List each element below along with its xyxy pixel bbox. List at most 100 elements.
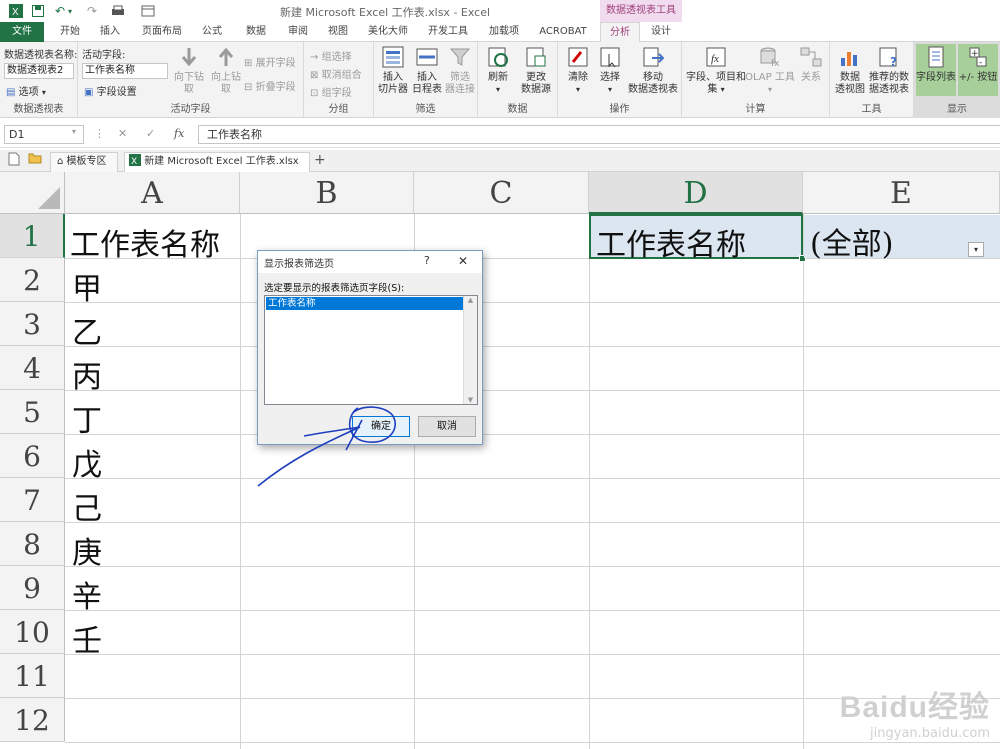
cancel-button[interactable]: 取消 <box>418 416 476 437</box>
olap-tools-button[interactable]: fx OLAP 工具 ▾ <box>744 44 796 96</box>
filter-connections-button[interactable]: 筛选 器连接 <box>444 44 476 96</box>
row-header-12[interactable]: 12 <box>0 698 65 742</box>
group-field-button[interactable]: ⊡ 组字段 <box>310 84 352 99</box>
group-selection-button[interactable]: → 组选择 <box>310 48 352 63</box>
filter-dropdown-icon[interactable]: ▾ <box>968 242 984 257</box>
select-button[interactable]: 选择 ▾ <box>594 44 626 96</box>
tab-addins[interactable]: 加载项 <box>484 22 524 42</box>
field-list-button[interactable]: 字段列表 <box>916 44 956 96</box>
row-header-11[interactable]: 11 <box>0 654 65 698</box>
new-doc-icon[interactable] <box>8 152 20 172</box>
field-listbox[interactable]: 工作表名称 ▲ ▼ <box>264 295 478 405</box>
cell-a10[interactable]: 壬 <box>72 616 102 660</box>
move-pivot-button[interactable]: 移动 数据透视表 <box>626 44 680 96</box>
select-icon <box>597 44 623 70</box>
plus-minus-buttons-button[interactable]: + - +/- 按钮 <box>958 44 998 96</box>
column-header-a[interactable]: A <box>65 172 240 214</box>
tab-beautify-master[interactable]: 美化大师 <box>364 22 412 42</box>
row-header-10[interactable]: 10 <box>0 610 65 654</box>
ungroup-button[interactable]: ⊠ 取消组合 <box>310 66 362 81</box>
tab-view[interactable]: 视图 <box>320 22 356 42</box>
clear-button[interactable]: 清除 ▾ <box>562 44 594 96</box>
cell-a2[interactable]: 甲 <box>72 264 102 308</box>
tab-file[interactable]: 文件 <box>0 22 44 42</box>
options-button[interactable]: ▤ 选项 ▾ <box>6 83 46 98</box>
close-icon[interactable]: ✕ <box>458 254 468 268</box>
fields-items-sets-label-1: 字段、项目和 <box>686 72 746 83</box>
change-source-button[interactable]: 更改 数据源 <box>516 44 556 96</box>
cell-a1[interactable]: 工作表名称 <box>70 220 220 264</box>
row-header-5[interactable]: 5 <box>0 390 65 434</box>
tab-insert[interactable]: 插入 <box>92 22 128 42</box>
help-icon[interactable]: ? <box>424 254 430 267</box>
expand-field-button[interactable]: ⊞ 展开字段 <box>244 54 296 69</box>
row-header-1[interactable]: 1 <box>0 214 65 258</box>
open-folder-icon[interactable] <box>28 152 42 172</box>
workbook-file-tab[interactable]: X 新建 Microsoft Excel 工作表.xlsx ✕ <box>124 152 310 185</box>
tab-data[interactable]: 数据 <box>238 22 274 42</box>
pivot-tools-context-label: 数据透视表工具 <box>600 0 682 22</box>
column-header-c[interactable]: C <box>414 172 589 214</box>
pivot-name-input[interactable]: 数据透视表2 <box>4 63 74 79</box>
column-header-e[interactable]: E <box>803 172 1000 214</box>
dialog-title: 显示报表筛选页 <box>264 259 334 270</box>
fields-items-sets-button[interactable]: fx 字段、项目和 集 ▾ <box>684 44 748 96</box>
field-settings-button[interactable]: ▣ 字段设置 <box>84 83 137 98</box>
recommended-pivot-button[interactable]: ? 推荐的数 据透视表 <box>866 44 912 96</box>
tab-developer[interactable]: 开发工具 <box>424 22 472 42</box>
cell-a8[interactable]: 庚 <box>72 528 102 572</box>
row-header-8[interactable]: 8 <box>0 522 65 566</box>
name-box-dropdown-icon[interactable]: ▾ <box>72 127 76 136</box>
insert-slicer-button[interactable]: 插入 切片器 <box>376 44 410 96</box>
column-header-b[interactable]: B <box>240 172 414 214</box>
confirm-formula-icon[interactable]: ✓ <box>146 127 155 140</box>
cell-a6[interactable]: 戊 <box>72 440 102 484</box>
list-item[interactable]: 工作表名称 <box>266 297 476 310</box>
field-settings-label: 字段设置 <box>96 87 137 98</box>
column-header-d[interactable]: D <box>589 172 803 214</box>
drill-up-button[interactable]: 向上钻 取 <box>210 44 242 96</box>
cell-a4[interactable]: 丙 <box>72 352 102 396</box>
pivot-chart-button[interactable]: 数据 透视图 <box>834 44 866 96</box>
add-tab-button[interactable]: + <box>314 152 326 172</box>
cancel-formula-icon[interactable]: ✕ <box>118 127 127 140</box>
tab-home[interactable]: 开始 <box>52 22 88 42</box>
template-tab-label: 模板专区 <box>66 156 107 167</box>
tab-analyze[interactable]: 分析 <box>600 22 640 43</box>
cell-e1-filter[interactable]: (全部) ▾ <box>804 215 1000 262</box>
tab-review[interactable]: 审阅 <box>280 22 316 42</box>
chevron-down-icon: ▾ <box>575 85 580 94</box>
relationships-button[interactable]: 关系 <box>796 44 826 84</box>
refresh-button[interactable]: 刷新 ▾ <box>482 44 514 96</box>
insert-timeline-button[interactable]: 插入 日程表 <box>410 44 444 96</box>
tab-page-layout[interactable]: 页面布局 <box>138 22 186 42</box>
watermark-url: jingyan.baidu.com <box>870 726 990 741</box>
tab-acrobat[interactable]: ACROBAT <box>534 22 592 42</box>
timeline-icon <box>414 44 440 70</box>
scroll-up-icon[interactable]: ▲ <box>464 296 477 304</box>
active-field-input[interactable]: 工作表名称 <box>82 63 168 79</box>
tab-design[interactable]: 设计 <box>642 22 680 42</box>
collapse-field-button[interactable]: ⊟ 折叠字段 <box>244 78 296 93</box>
move-pivot-label-1: 移动 <box>643 72 663 83</box>
row-header-4[interactable]: 4 <box>0 346 65 390</box>
select-all-button[interactable] <box>0 172 65 214</box>
template-tab[interactable]: ⌂ 模板专区 <box>50 152 118 172</box>
row-header-6[interactable]: 6 <box>0 434 65 478</box>
cell-a7[interactable]: 己 <box>72 484 102 528</box>
row-header-9[interactable]: 9 <box>0 566 65 610</box>
watermark-brand: Baidu经验 <box>839 691 990 724</box>
cell-a3[interactable]: 乙 <box>72 308 102 352</box>
cell-a9[interactable]: 辛 <box>72 572 102 616</box>
formula-input[interactable]: 工作表名称 <box>198 125 1000 144</box>
tab-formulas[interactable]: 公式 <box>194 22 230 42</box>
row-header-2[interactable]: 2 <box>0 258 65 302</box>
insert-function-icon[interactable]: fx <box>174 127 184 140</box>
listbox-scrollbar[interactable]: ▲ ▼ <box>463 296 477 404</box>
cell-d1-selected[interactable]: 工作表名称 <box>589 214 806 263</box>
drill-down-button[interactable]: 向下钻取 <box>170 44 208 96</box>
row-header-3[interactable]: 3 <box>0 302 65 346</box>
scroll-down-icon[interactable]: ▼ <box>464 396 477 404</box>
row-header-7[interactable]: 7 <box>0 478 65 522</box>
cell-a5[interactable]: 丁 <box>72 396 102 440</box>
